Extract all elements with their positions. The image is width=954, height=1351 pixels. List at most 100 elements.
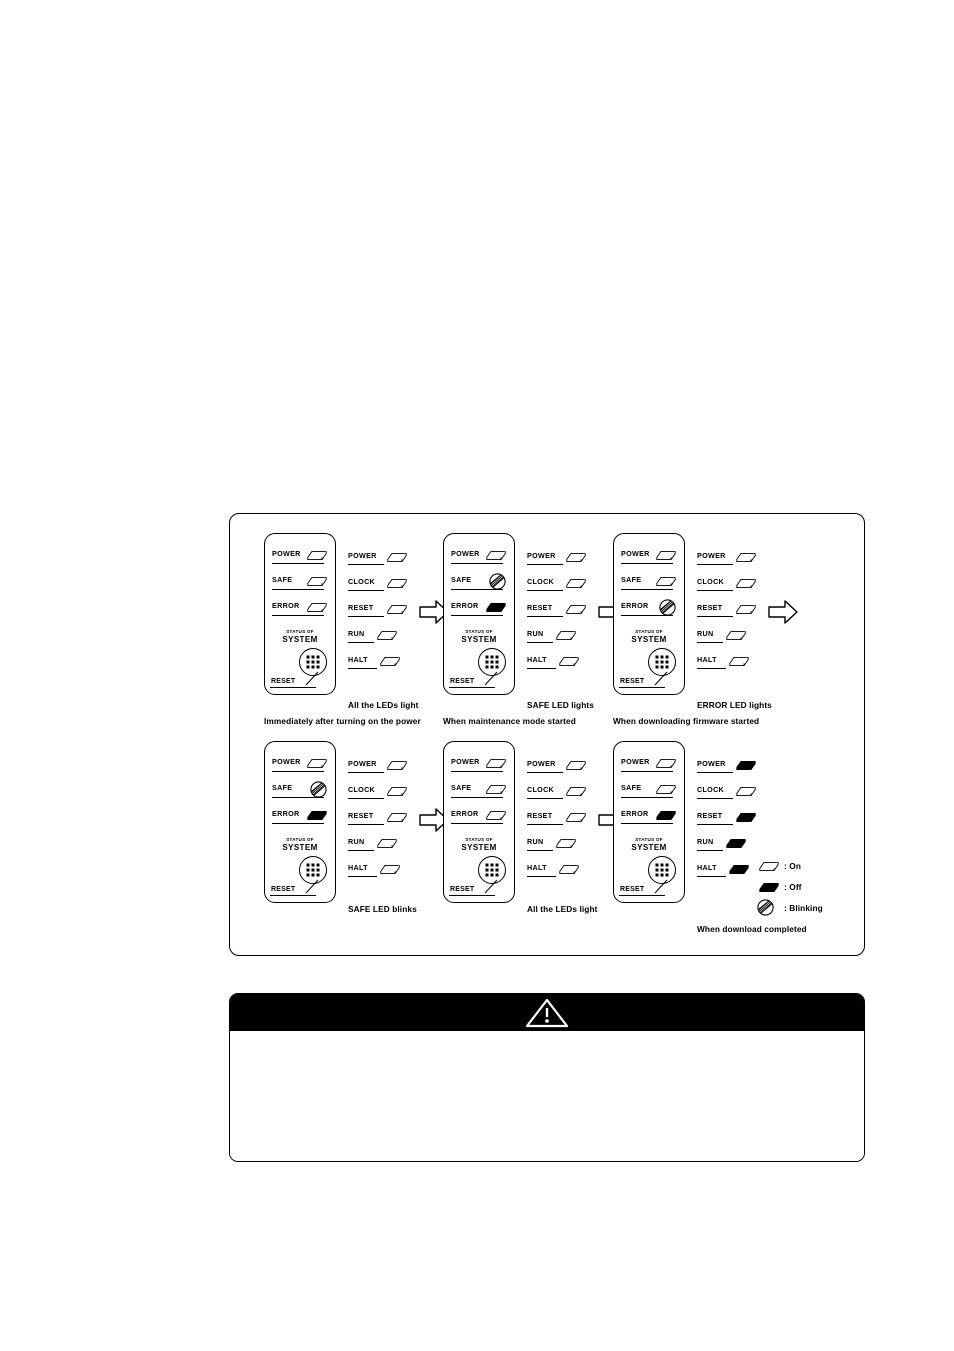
- status-led-label: RESET: [348, 811, 374, 820]
- status-led-indicator: [735, 552, 757, 565]
- status-led-indicator: [728, 656, 750, 669]
- status-led-halt: HALT: [697, 654, 759, 670]
- status-led-reset: RESET: [527, 810, 589, 826]
- flow-arrow-icon: [768, 600, 798, 624]
- status-led-indicator: [565, 552, 587, 565]
- led-off-icon: [486, 602, 506, 613]
- panel-led-error: ERROR: [272, 600, 328, 617]
- status-led-underline: [348, 564, 384, 565]
- led-off-icon: [729, 864, 749, 875]
- status-led-run: RUN: [697, 836, 759, 852]
- device-front-panel: POWER SAFE ERROR STATUS OF SYSTEM RESET: [613, 533, 685, 695]
- reset-label: RESET: [450, 886, 475, 893]
- legend-item-off: : Off: [756, 879, 866, 897]
- panel-led-power: POWER: [621, 756, 677, 773]
- reset-button-area[interactable]: RESET: [444, 856, 514, 898]
- led-blinking-icon: [310, 781, 327, 798]
- panel-led-safe: SAFE: [621, 782, 677, 799]
- reset-underline: [619, 895, 665, 896]
- status-led-clock: CLOCK: [527, 576, 589, 592]
- status-led-label: HALT: [697, 655, 717, 664]
- status-of-label: STATUS OF: [635, 837, 663, 842]
- reset-button-area[interactable]: RESET: [265, 648, 335, 690]
- led-on-icon: [726, 630, 746, 641]
- status-led-label: POWER: [348, 759, 377, 768]
- status-led-underline: [697, 772, 733, 773]
- device-front-panel: POWER SAFE ERROR STATUS OF SYSTEM RESET: [264, 741, 336, 903]
- status-led-indicator: [386, 604, 408, 617]
- led-off-icon: [736, 760, 756, 771]
- status-of-label: STATUS OF: [635, 629, 663, 634]
- panel-led-safe: SAFE: [272, 574, 328, 591]
- status-led-underline: [527, 642, 553, 643]
- panel-led-label: SAFE: [272, 575, 293, 584]
- status-led-indicator: [735, 578, 757, 591]
- status-led-underline: [348, 616, 384, 617]
- panel-led-underline: [451, 797, 503, 798]
- status-led-label: CLOCK: [348, 785, 376, 794]
- led-on-icon: [307, 550, 327, 561]
- panel-led-safe: SAFE: [272, 781, 328, 799]
- panel-led-label: ERROR: [621, 601, 649, 610]
- status-led-power: POWER: [527, 758, 589, 774]
- panel-led-label: ERROR: [451, 601, 479, 610]
- led-on-icon: [380, 864, 400, 875]
- panel-led-indicator: [655, 550, 677, 563]
- led-on-icon: [566, 812, 586, 823]
- status-led-reset: RESET: [697, 602, 759, 618]
- status-led-underline: [348, 850, 374, 851]
- reset-button-area[interactable]: RESET: [444, 648, 514, 690]
- device-front-panel: POWER SAFE ERROR STATUS OF SYSTEM RESET: [443, 533, 515, 695]
- led-on-icon: [559, 656, 579, 667]
- led-blinking-icon: [757, 899, 774, 916]
- status-led-underline: [527, 668, 556, 669]
- status-led-indicator: [386, 760, 408, 773]
- led-on-icon: [556, 630, 576, 641]
- led-blinking-icon: [757, 899, 774, 916]
- reset-underline: [270, 895, 316, 896]
- status-led-label: RESET: [348, 603, 374, 612]
- led-on-icon: [387, 604, 407, 615]
- status-led-underline: [697, 590, 733, 591]
- status-led-underline: [348, 772, 384, 773]
- reset-pointer: [305, 879, 319, 894]
- status-led-label: CLOCK: [697, 577, 725, 586]
- panel-led-safe: SAFE: [621, 574, 677, 591]
- led-off-icon: [736, 812, 756, 823]
- panel-led-underline: [451, 563, 503, 564]
- caution-body: [230, 1031, 864, 1161]
- status-led-clock: CLOCK: [697, 576, 759, 592]
- led-blinking-icon: [659, 599, 676, 616]
- panel-led-power: POWER: [272, 548, 328, 565]
- reset-pointer: [654, 671, 668, 686]
- panel-led-underline: [621, 589, 673, 590]
- reset-button-area[interactable]: RESET: [614, 856, 684, 898]
- status-led-power: POWER: [348, 758, 410, 774]
- led-on-icon: [559, 864, 579, 875]
- panel-led-indicator: [306, 810, 328, 823]
- system-label: SYSTEM: [461, 635, 497, 644]
- status-led-reset: RESET: [697, 810, 759, 826]
- legend-item-label: : On: [784, 861, 801, 871]
- stage-state-caption: SAFE LED lights: [527, 700, 594, 710]
- status-led-underline: [527, 564, 563, 565]
- status-led-label: RUN: [697, 837, 714, 846]
- reset-pointer-icon: [654, 671, 668, 686]
- panel-led-error: ERROR: [451, 808, 507, 825]
- status-led-indicator: [725, 838, 747, 851]
- status-led-label: RUN: [697, 629, 714, 638]
- status-led-label: RESET: [697, 603, 723, 612]
- reset-button-area[interactable]: RESET: [614, 648, 684, 690]
- status-led-underline: [697, 564, 733, 565]
- status-led-indicator: [555, 838, 577, 851]
- stage-state-caption: All the LEDs light: [527, 904, 598, 914]
- led-state-legend: : On: Off: Blinking: [756, 858, 866, 918]
- status-led-indicator: [386, 812, 408, 825]
- status-led-clock: CLOCK: [697, 784, 759, 800]
- panel-led-label: ERROR: [451, 809, 479, 818]
- status-led-run: RUN: [527, 836, 589, 852]
- led-on-icon: [656, 784, 676, 795]
- caution-box: [229, 993, 865, 1162]
- reset-button-area[interactable]: RESET: [265, 856, 335, 898]
- status-led-underline: [527, 824, 563, 825]
